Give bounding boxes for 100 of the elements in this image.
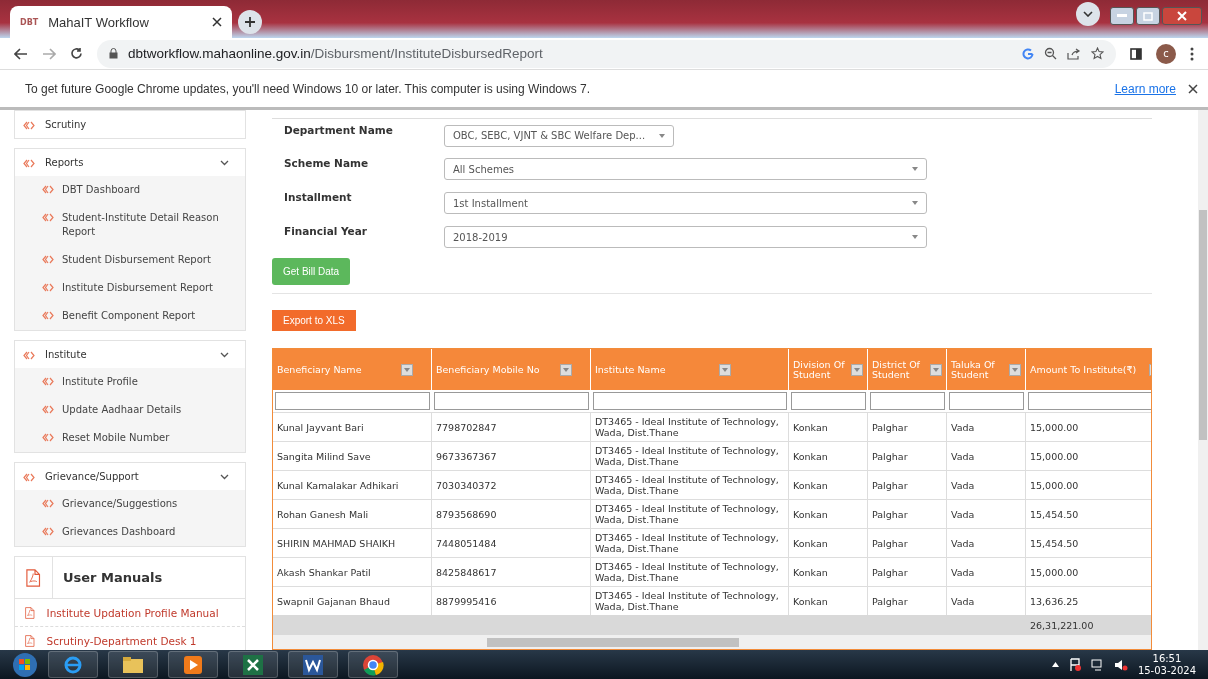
diamond-link-icon <box>23 159 35 168</box>
volume-muted-icon[interactable] <box>1113 658 1128 671</box>
close-icon[interactable] <box>212 17 222 27</box>
browser-e-taskbar-icon[interactable] <box>48 651 98 678</box>
menu-item[interactable]: Institute Profile <box>15 368 245 396</box>
close-window-button[interactable] <box>1162 7 1202 25</box>
tray-arrow-icon[interactable] <box>1051 662 1059 667</box>
browser-tab[interactable]: DBT MahaIT Workflow <box>10 6 232 38</box>
url-text: dbtworkflow.mahaonline.gov.in/Disbursment/InstituteDisbursedReport <box>128 46 543 61</box>
side-panel-icon[interactable] <box>1130 47 1142 60</box>
caret-icon <box>722 367 728 372</box>
field-label: Department Name <box>284 123 394 136</box>
start-orb-icon[interactable] <box>12 651 38 678</box>
lock-icon <box>109 48 118 59</box>
diamond-link-icon <box>42 255 54 264</box>
filter-input[interactable] <box>593 392 787 411</box>
menu-group-header[interactable]: Grievance/Support <box>15 463 245 490</box>
menu-group-header[interactable]: Reports <box>15 149 245 176</box>
dropdown-caret-icon <box>912 167 918 171</box>
flag-icon[interactable] <box>1068 658 1081 671</box>
filter-button[interactable] <box>1009 363 1021 376</box>
filter-input[interactable] <box>434 392 589 411</box>
diamond-link-icon <box>42 377 54 386</box>
dropdown-caret-icon <box>912 235 918 239</box>
dropdown-caret-icon <box>912 201 918 205</box>
total-amount: 26,31,221.00 <box>1029 618 1095 633</box>
learn-more-link[interactable]: Learn more <box>1114 81 1176 96</box>
menu-item[interactable]: Update Aadhaar Details <box>15 396 245 424</box>
google-logo-icon[interactable] <box>1022 47 1034 60</box>
menu-group-header[interactable]: Institute <box>15 341 245 368</box>
menu-item[interactable]: Reset Mobile Number <box>15 424 245 452</box>
pdf-file-icon <box>25 606 35 619</box>
back-arrow-icon[interactable] <box>14 47 28 60</box>
document-taskbar-icon[interactable] <box>288 651 338 678</box>
filter-button[interactable] <box>851 363 863 376</box>
caret-icon <box>404 367 410 372</box>
close-icon <box>1177 11 1187 21</box>
caret-icon <box>1012 367 1018 372</box>
dropdown-field[interactable]: OBC, SEBC, VJNT & SBC Welfare Dep... <box>444 124 674 147</box>
network-icon[interactable] <box>1090 658 1104 671</box>
menu-item[interactable]: DBT Dashboard <box>15 176 245 204</box>
dropdown-field[interactable]: 1st Installment <box>444 192 927 214</box>
filter-input[interactable] <box>791 392 866 411</box>
menu-item[interactable]: Student Disbursement Report <box>15 246 245 274</box>
menu-item[interactable]: Institute Disbursement Report <box>15 274 245 302</box>
address-bar[interactable]: dbtworkflow.mahaonline.gov.in/Disbursment/InstituteDisbursedReport <box>97 39 1116 68</box>
minimize-icon <box>1117 14 1127 18</box>
star-icon[interactable] <box>1091 47 1104 60</box>
menu-icon[interactable] <box>1190 46 1194 61</box>
filter-button[interactable] <box>719 363 731 376</box>
profile-avatar[interactable]: c <box>1156 43 1176 64</box>
diamond-link-icon <box>42 283 54 292</box>
caret-icon <box>854 367 860 372</box>
manual-link[interactable]: Institute Updation Profile Manual <box>15 599 245 627</box>
menu-group-header[interactable]: Scrutiny <box>15 111 245 138</box>
filter-button[interactable] <box>401 363 413 376</box>
media-player-taskbar-icon[interactable] <box>168 651 218 678</box>
menu-item[interactable]: Grievances Dashboard <box>15 518 245 546</box>
dropdown-field[interactable]: All Schemes <box>444 158 927 180</box>
diamond-link-icon <box>23 473 35 482</box>
reload-icon[interactable] <box>70 47 83 60</box>
tab-title: MahaIT Workflow <box>48 14 150 30</box>
filter-input[interactable] <box>1028 392 1151 411</box>
filter-input[interactable] <box>275 392 430 411</box>
filter-button[interactable] <box>560 363 572 376</box>
filter-input[interactable] <box>870 392 945 411</box>
tab-logo: DBT <box>20 17 39 27</box>
clock[interactable]: 16:51 15-03-2024 <box>1137 652 1196 677</box>
dropdown-field[interactable]: 2018-2019 <box>444 226 927 248</box>
chevron-down-icon <box>1083 11 1093 17</box>
close-icon[interactable] <box>1188 83 1198 94</box>
menu-item[interactable]: Student-Institute Detail Reason Report <box>15 204 245 246</box>
menu-item[interactable]: Benefit Component Report <box>15 302 245 330</box>
minimize-button[interactable] <box>1110 7 1134 25</box>
chrome-taskbar-icon[interactable] <box>348 651 398 678</box>
diamond-link-icon <box>23 351 35 360</box>
filter-input[interactable] <box>949 392 1024 411</box>
restore-button[interactable] <box>1136 7 1160 25</box>
menu-item[interactable]: Grievance/Suggestions <box>15 490 245 518</box>
pdf-file-icon <box>26 568 41 587</box>
field-label: Financial Year <box>284 224 368 237</box>
zoom-out-icon[interactable] <box>1044 47 1057 60</box>
caret-icon <box>563 367 569 372</box>
caret-icon <box>933 367 939 372</box>
vertical-scrollbar[interactable] <box>1198 110 1208 650</box>
plus-icon <box>244 16 256 28</box>
horizontal-scrollbar[interactable] <box>273 635 1151 649</box>
folder-taskbar-icon[interactable] <box>108 651 158 678</box>
diamond-link-icon <box>42 405 54 414</box>
filter-button[interactable] <box>930 363 942 376</box>
diamond-link-icon <box>42 311 54 320</box>
field-label: Installment <box>284 190 353 203</box>
diamond-link-icon <box>42 499 54 508</box>
tab-search-button[interactable] <box>1076 2 1100 26</box>
chevron-down-icon <box>220 159 229 166</box>
field-label: Scheme Name <box>284 156 370 169</box>
chevron-down-icon <box>220 473 229 480</box>
share-icon[interactable] <box>1067 47 1081 60</box>
spreadsheet-taskbar-icon[interactable] <box>228 651 278 678</box>
new-tab-button[interactable] <box>238 10 262 34</box>
